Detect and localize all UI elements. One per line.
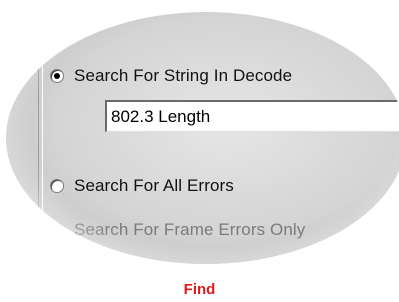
all-errors-label: Search For All Errors [74, 176, 234, 195]
option-search-string[interactable]: Search For String In Decode [50, 66, 292, 86]
magnified-dialog-region: Search For String In Decode 802.3 Length… [6, 12, 399, 264]
find-caption: Find [183, 281, 216, 298]
search-string-input[interactable]: 802.3 Length [105, 100, 399, 132]
search-string-label: Search For String In Decode [74, 66, 293, 85]
frame-errors-radio[interactable] [50, 223, 64, 237]
search-string-radio[interactable] [50, 69, 64, 83]
groupbox-border [38, 12, 43, 222]
frame-errors-label: Search For Frame Errors Only [74, 220, 306, 239]
all-errors-radio[interactable] [50, 179, 64, 193]
search-string-value: 802.3 Length [111, 106, 211, 126]
option-all-errors[interactable]: Search For All Errors [50, 176, 234, 196]
option-frame-errors[interactable]: Search For Frame Errors Only [50, 220, 305, 240]
